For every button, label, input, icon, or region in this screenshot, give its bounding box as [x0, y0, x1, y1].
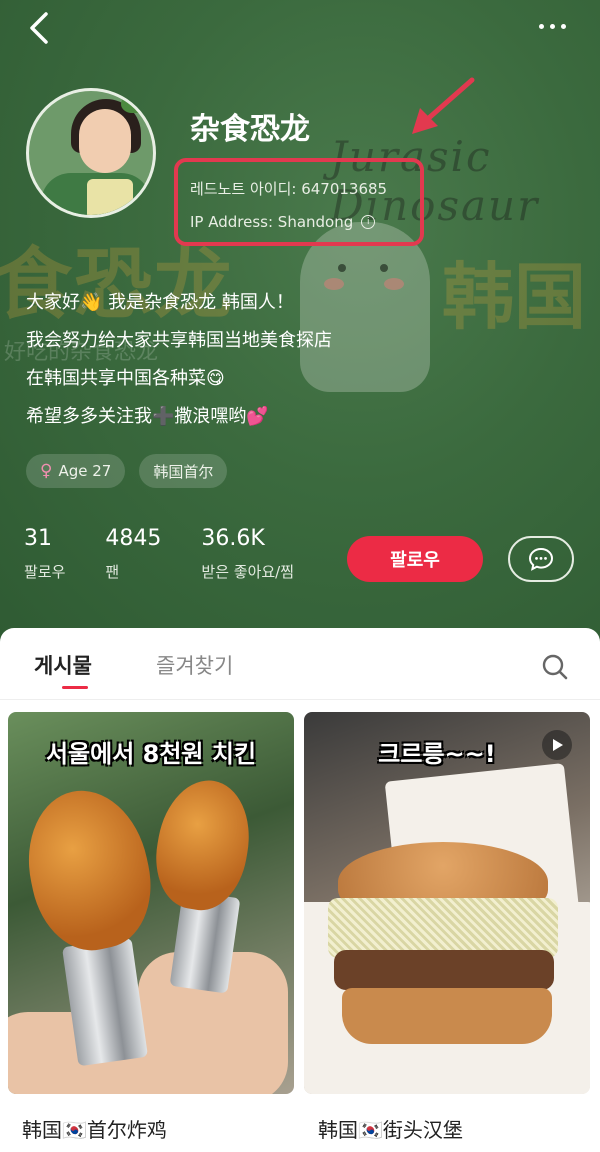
background-deco-text: 韩国 — [442, 255, 587, 339]
content-tabs: 게시물 즐겨찾기 — [0, 628, 600, 700]
gender-age-tag: ♀ Age 27 — [26, 454, 126, 488]
profile-tags: ♀ Age 27 韩国首尔 — [26, 454, 228, 488]
female-icon: ♀ — [40, 461, 53, 481]
back-arrow-icon — [30, 12, 48, 44]
more-dots-icon — [539, 24, 544, 29]
post-card[interactable]: 크르릉~~! 韩国🇰🇷街头汉堡 — [304, 712, 590, 1152]
post-title[interactable]: 韩国🇰🇷首尔炸鸡 — [22, 1114, 167, 1143]
tab-posts[interactable]: 게시물 — [34, 650, 92, 680]
bio-line: 大家好👋 我是杂食恐龙 韩国人！ — [26, 292, 294, 313]
red-id[interactable]: 레드노트 아이디: 647013685 — [190, 178, 387, 199]
info-icon[interactable]: i — [361, 215, 376, 229]
bio: 大家好👋 我是杂食恐龙 韩国人！ 我会努力给大家共享韩国当地美食探店 在韩国共享… — [26, 284, 332, 436]
ip-address: IP Address: Shandong — [190, 213, 354, 231]
ip-address-line: IP Address: Shandong i — [190, 213, 376, 231]
post-title[interactable]: 韩国🇰🇷街头汉堡 — [318, 1114, 463, 1143]
follow-button[interactable]: 팔로우 — [347, 536, 483, 582]
message-button[interactable] — [508, 536, 574, 582]
posts-panel: 게시물 즐겨찾기 서울에서 8천원 치킨 韩国🇰🇷首尔炸鸡 크르릉~~! 韩国🇰… — [0, 628, 600, 1152]
bio-line: 在韩国共享中国各种菜😋 — [26, 368, 225, 389]
search-icon — [542, 654, 568, 680]
post-thumbnail[interactable]: 크르릉~~! — [304, 712, 590, 1094]
active-tab-indicator — [62, 686, 88, 689]
post-overlay-text: 크르릉~~! — [378, 740, 496, 768]
bio-line: 希望多多关注我➕撒浪嘿哟💕 — [26, 406, 269, 427]
avatar[interactable] — [26, 88, 156, 218]
chat-bubble-icon — [528, 547, 554, 571]
play-icon[interactable] — [542, 730, 572, 760]
stat-following[interactable]: 31 팔로우 — [24, 526, 65, 582]
nickname: 杂食恐龙 — [190, 112, 310, 147]
top-bar — [0, 0, 600, 56]
location-tag: 韩国首尔 — [139, 454, 228, 488]
post-thumbnail[interactable]: 서울에서 8천원 치킨 — [8, 712, 294, 1094]
post-card[interactable]: 서울에서 8천원 치킨 韩国🇰🇷首尔炸鸡 — [8, 712, 294, 1152]
stat-fans[interactable]: 4845 팬 — [105, 526, 161, 582]
tab-favorites[interactable]: 즐겨찾기 — [156, 650, 233, 680]
highlight-box — [174, 158, 424, 246]
bio-line: 我会努力给大家共享韩国当地美食探店 — [26, 330, 332, 351]
post-overlay-text: 서울에서 8천원 치킨 — [45, 740, 257, 768]
profile-stats: 31 팔로우 4845 팬 36.6K 받은 좋아요/찜 — [24, 526, 330, 582]
stat-likes[interactable]: 36.6K 받은 좋아요/찜 — [201, 526, 294, 582]
search-button[interactable] — [540, 652, 570, 682]
annotation-arrow — [412, 77, 475, 134]
more-options-button[interactable] — [536, 14, 576, 34]
back-button[interactable] — [24, 8, 64, 48]
